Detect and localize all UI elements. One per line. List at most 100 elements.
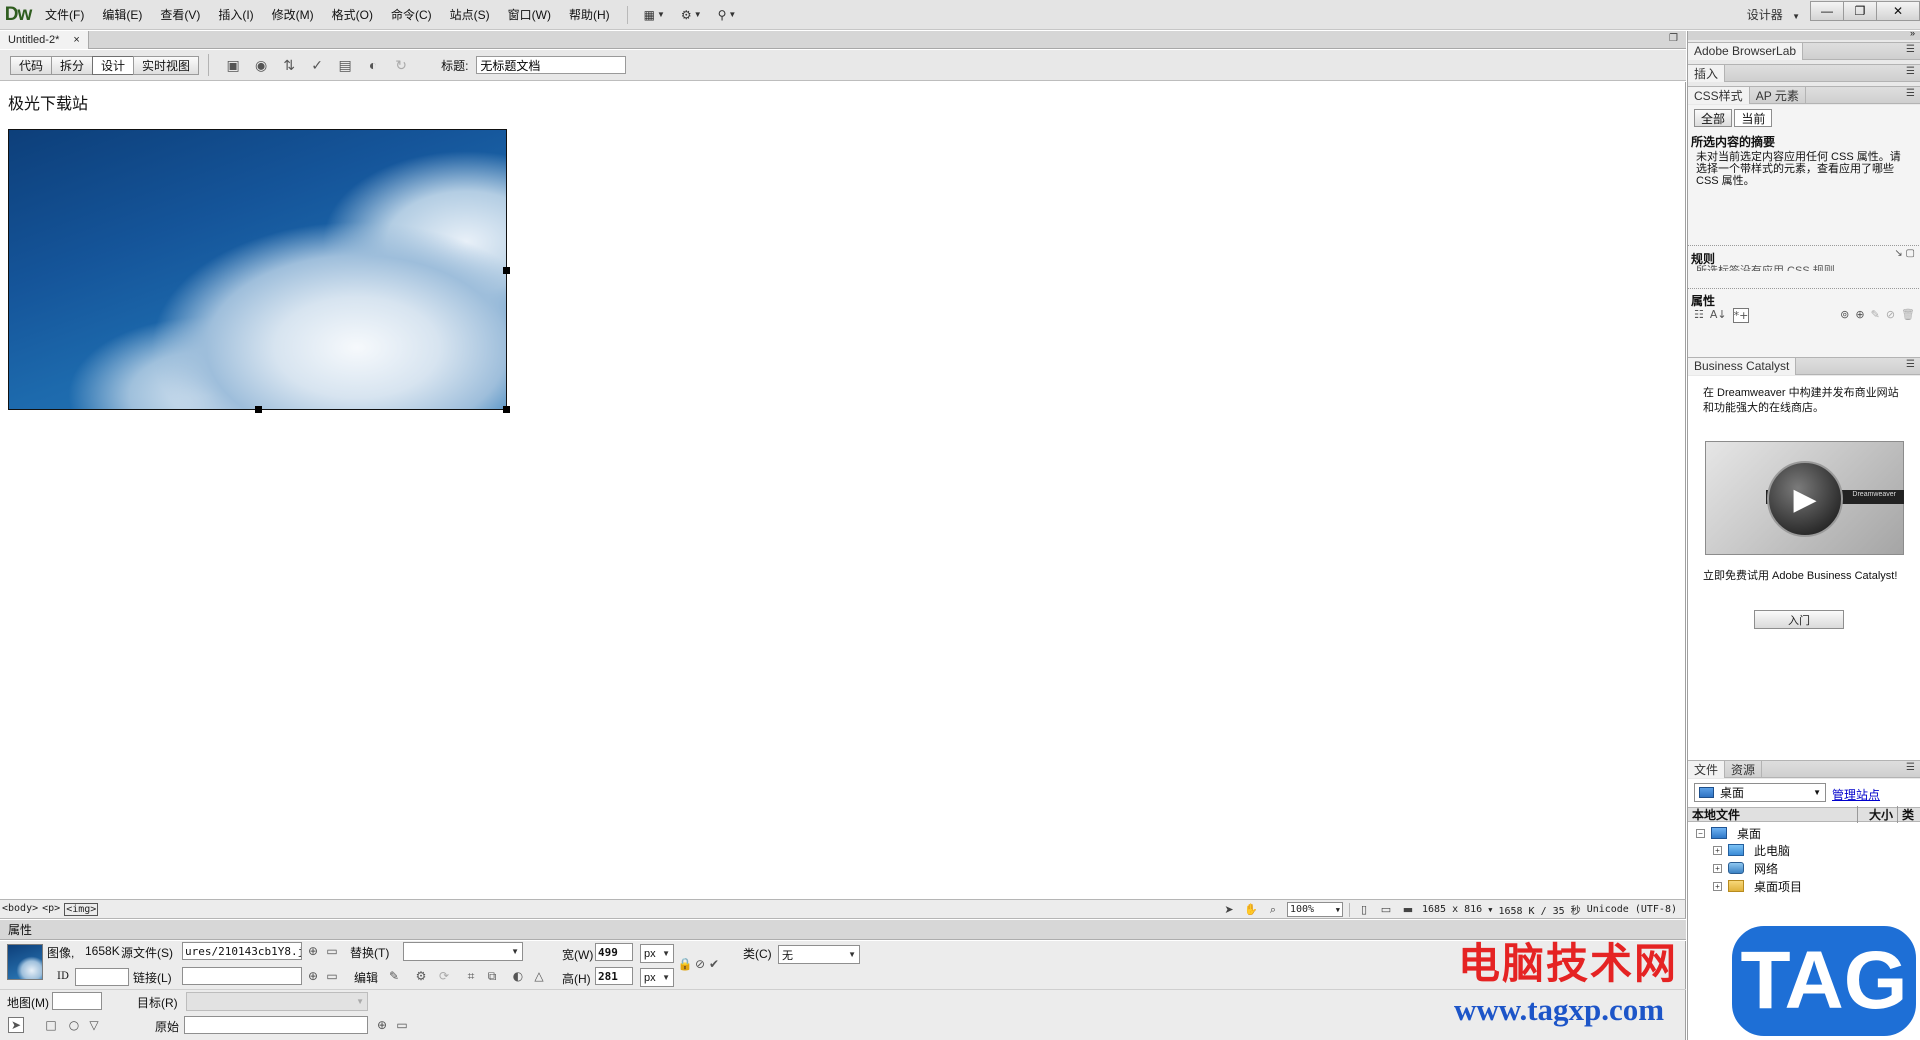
resize-handle-corner[interactable] [503,406,510,413]
commit-size-icon[interactable]: ✔ [706,956,722,972]
assets-tab[interactable]: 资源 [1725,760,1763,778]
bc-video-thumbnail[interactable]: Dreamweaver ▶ [1705,441,1904,555]
menu-edit[interactable]: 编辑(E) [93,0,151,30]
rect-hotspot-icon[interactable]: □ [43,1017,59,1033]
src-input[interactable]: ures/210143cb1Y8.jpg [182,942,302,960]
workspace-switcher[interactable]: 设计器 ▼ [1747,0,1800,30]
delete-rule-icon[interactable]: 🗑 [1901,308,1915,321]
width-input[interactable]: 499 [595,943,633,961]
close-tab-icon[interactable]: × [73,34,79,46]
live-view-button[interactable]: 实时视图 [133,55,200,75]
splitter[interactable] [1688,288,1920,289]
lock-icon[interactable]: 🔒 [677,956,693,972]
alpha-view-icon[interactable]: A↓ [1710,308,1727,323]
properties-header[interactable]: 属性 [0,920,1686,940]
file-management-icon[interactable]: ⇅ [275,54,303,76]
site-menu-button[interactable]: ⚲ ▼ [710,0,745,30]
select-tool-icon[interactable]: ➤ [1221,903,1237,917]
resample-icon[interactable]: ⧉ [484,968,500,984]
menu-site[interactable]: 站点(S) [441,0,499,30]
menu-window[interactable]: 窗口(W) [499,0,560,30]
ap-elements-tab[interactable]: AP 元素 [1750,86,1806,104]
disable-rule-icon[interactable]: ⊘ [1886,308,1895,321]
tree-item-this-pc[interactable]: + 此电脑 [1713,842,1790,858]
panel-menu-icon[interactable]: ☰ [1906,359,1915,370]
dock-grip[interactable]: » [1688,28,1920,40]
extend-menu-button[interactable]: ⚙ ▼ [673,0,710,30]
height-unit-select[interactable]: px ▼ [640,968,674,987]
col-local-files[interactable]: 本地文件 [1688,806,1858,823]
business-catalyst-tab[interactable]: Business Catalyst [1688,357,1797,375]
insert-panel-header[interactable]: 插入 ☰ [1688,64,1920,82]
original-input[interactable] [184,1016,368,1034]
tag-body[interactable]: <body> [2,903,38,916]
width-unit-select[interactable]: px ▼ [640,944,674,963]
preview-browser-icon[interactable]: ◉ [247,54,275,76]
edit-pencil-icon[interactable]: ✎ [386,968,402,984]
col-type[interactable]: 类 [1898,806,1914,823]
map-input[interactable] [52,992,102,1010]
design-view-button[interactable]: 设计 [92,55,135,75]
menu-view[interactable]: 查看(V) [151,0,209,30]
visual-aids-icon[interactable]: ▤ [331,54,359,76]
code-view-button[interactable]: 代码 [10,55,53,75]
tablet-size-icon[interactable]: ▭ [1378,903,1394,917]
css-styles-tab[interactable]: CSS样式 [1688,86,1750,104]
browse-folder-icon[interactable]: ▭ [324,943,340,959]
resize-handle-bottom[interactable] [255,406,262,413]
panel-menu-icon[interactable]: ☰ [1906,44,1915,55]
browserlab-panel-header[interactable]: Adobe BrowserLab ☰ [1688,42,1920,60]
mobile-size-icon[interactable]: ▯ [1356,903,1372,917]
hand-tool-icon[interactable]: ✋ [1243,903,1259,917]
brightness-contrast-icon[interactable]: ◐ [510,968,526,984]
id-input[interactable] [75,968,129,986]
sharpen-icon[interactable]: △ [531,968,547,984]
selected-image[interactable] [8,129,510,413]
panel-menu-icon[interactable]: ☰ [1906,88,1915,99]
menu-commands[interactable]: 命令(C) [382,0,441,30]
split-view-button[interactable]: 拆分 [51,55,94,75]
zoom-select[interactable]: 100% ▼ [1287,902,1343,917]
multiscreen-icon[interactable]: ▣ [219,54,247,76]
circle-hotspot-icon[interactable]: ○ [66,1017,82,1033]
menu-modify[interactable]: 修改(M) [263,0,323,30]
browse-folder-icon[interactable]: ▭ [324,968,340,984]
attach-stylesheet-icon[interactable]: ⊚ [1840,308,1849,321]
refresh-icon[interactable]: ↻ [387,54,415,76]
link-input[interactable] [182,967,302,985]
splitter[interactable] [1688,245,1920,246]
browserlab-tab[interactable]: Adobe BrowserLab [1688,42,1804,60]
menu-help[interactable]: 帮助(H) [560,0,619,30]
insert-tab[interactable]: 插入 [1688,64,1726,82]
point-to-file-icon[interactable]: ⊕ [305,943,321,959]
tag-p[interactable]: <p> [42,903,60,916]
files-tab[interactable]: 文件 [1688,760,1726,778]
menu-format[interactable]: 格式(O) [323,0,382,30]
minimize-button[interactable]: — [1810,1,1844,21]
bc-get-started-button[interactable]: 入门 [1754,610,1844,629]
document-title-input[interactable] [476,56,627,74]
site-select[interactable]: 桌面 ▼ [1694,783,1826,802]
menu-insert[interactable]: 插入(I) [209,0,262,30]
close-button[interactable]: ✕ [1876,1,1920,21]
w3c-validation-icon[interactable]: ✓ [303,54,331,76]
collapse-panels-icon[interactable]: » [1910,28,1915,38]
panel-menu-icon[interactable]: ☰ [1906,66,1915,77]
tree-toggle-icon[interactable]: + [1713,881,1722,891]
tree-toggle-icon[interactable]: + [1713,863,1722,873]
tree-item-network[interactable]: + 网络 [1713,860,1778,876]
rule-icons[interactable]: ↘ ▢ [1894,248,1915,259]
layout-menu-button[interactable]: ▦ ▼ [636,0,673,30]
resize-handle-right[interactable] [503,267,510,274]
browser-compat-icon[interactable]: ◐ [359,54,387,76]
height-input[interactable]: 281 [595,967,633,985]
restore-button[interactable]: ❐ [1843,1,1877,21]
point-to-file-icon[interactable]: ⊕ [374,1017,390,1033]
tree-toggle-icon[interactable]: − [1696,828,1705,838]
new-rule-icon[interactable]: ⊕ [1855,308,1864,321]
pointer-hotspot-icon[interactable]: ➤ [8,1017,24,1033]
window-size-readout[interactable]: 1685 x 816 [1422,904,1482,915]
update-from-original-icon[interactable]: ⟳ [436,968,452,984]
tag-img[interactable]: <img> [64,903,99,916]
css-all-button[interactable]: 全部 [1694,109,1733,127]
